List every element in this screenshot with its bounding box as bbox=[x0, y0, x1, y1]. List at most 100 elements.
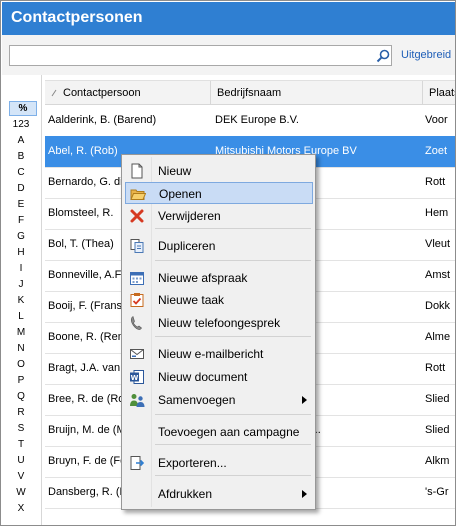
search-bar: Uitgebreid bbox=[2, 35, 455, 75]
menu-item-label: Exporteren... bbox=[158, 456, 227, 470]
menu-item-label: Afdrukken bbox=[158, 487, 213, 501]
sort-ascending-icon bbox=[51, 89, 57, 97]
alphabet-letter[interactable]: 123 bbox=[2, 119, 40, 130]
cell-city: Dokk bbox=[425, 300, 451, 312]
alphabet-letter[interactable]: B bbox=[2, 151, 40, 162]
alphabet-letter[interactable]: L bbox=[2, 311, 40, 322]
menu-item-label: Toevoegen aan campagne bbox=[158, 425, 300, 439]
menu-item-nieuwe-taak[interactable]: Nieuwe taak bbox=[125, 289, 313, 311]
alphabet-letter[interactable]: O bbox=[2, 359, 40, 370]
alphabet-letter[interactable]: I bbox=[2, 263, 40, 274]
cell-city: Rott bbox=[425, 176, 446, 188]
menu-item-nieuwe-afspraak[interactable]: Nieuwe afspraak bbox=[125, 267, 313, 289]
column-header-bedrijfsnaam[interactable]: Bedrijfsnaam bbox=[211, 81, 423, 105]
menu-separator bbox=[155, 475, 311, 476]
alphabet-letter[interactable]: P bbox=[2, 375, 40, 386]
menu-item-verwijderen[interactable]: Verwijderen bbox=[125, 205, 313, 227]
cell-city: Rott bbox=[425, 362, 446, 374]
export-icon bbox=[129, 455, 145, 471]
menu-item-label: Nieuwe taak bbox=[158, 293, 225, 307]
alphabet-letter[interactable]: D bbox=[2, 183, 40, 194]
cell-city: Slied bbox=[425, 424, 450, 436]
title-bar: Contactpersonen bbox=[2, 2, 455, 35]
alphabet-letter[interactable]: E bbox=[2, 199, 40, 210]
alphabet-letter[interactable]: F bbox=[2, 215, 40, 226]
delete-icon bbox=[129, 208, 145, 224]
menu-item-exporteren[interactable]: Exporteren... bbox=[125, 452, 313, 474]
menu-item-label: Samenvoegen bbox=[158, 393, 236, 407]
menu-item-toevoegen-aan-campagne[interactable]: Toevoegen aan campagne bbox=[125, 421, 313, 443]
column-label: Plaats bbox=[429, 87, 455, 99]
cell-city: Zoet bbox=[425, 145, 448, 157]
alphabet-all-button[interactable]: % bbox=[9, 101, 37, 116]
menu-separator bbox=[155, 260, 311, 261]
menu-item-afdrukken[interactable]: Afdrukken bbox=[125, 483, 313, 505]
svg-text:W: W bbox=[131, 374, 139, 382]
alphabet-letter[interactable]: A bbox=[2, 135, 40, 146]
cell-city: Amst bbox=[425, 269, 451, 281]
context-menu: Nieuw Openen Verwijderen Dupliceren Nieuwe a… bbox=[121, 154, 316, 510]
alphabet-letter[interactable]: H bbox=[2, 247, 40, 258]
menu-item-label: Nieuw document bbox=[158, 370, 248, 384]
cell-city: Alkm bbox=[425, 455, 450, 467]
submenu-arrow-icon bbox=[302, 490, 307, 498]
advanced-search-link[interactable]: Uitgebreid bbox=[401, 49, 451, 61]
cell-city: Hem bbox=[425, 207, 449, 219]
menu-item-openen[interactable]: Openen bbox=[125, 182, 313, 204]
cell-company: DEK Europe B.V. bbox=[215, 114, 299, 126]
cell-contact: Aalderink, B. (Barend) bbox=[48, 114, 157, 126]
menu-item-label: Openen bbox=[159, 187, 202, 201]
window-title: Contactpersonen bbox=[11, 9, 143, 26]
alphabet-letter[interactable]: K bbox=[2, 295, 40, 306]
alphabet-filter: % 123 A B C D E F G H I J K L M N O P Q R S T U V W X bbox=[2, 75, 42, 525]
contactpersonen-window: Contactpersonen Uitgebreid % 123 A B C D E F G H… bbox=[0, 0, 456, 526]
menu-item-label: Verwijderen bbox=[158, 209, 221, 223]
alphabet-letter[interactable]: R bbox=[2, 407, 40, 418]
search-input[interactable] bbox=[9, 45, 392, 66]
menu-item-label: Nieuwe afspraak bbox=[158, 271, 248, 285]
cell-city: Alme bbox=[425, 331, 451, 343]
column-header-contactpersoon[interactable]: Contactpersoon bbox=[45, 81, 211, 105]
column-label: Contactpersoon bbox=[63, 87, 141, 99]
menu-item-nieuw-document[interactable]: W Nieuw document bbox=[125, 366, 313, 388]
alphabet-letter[interactable]: J bbox=[2, 279, 40, 290]
duplicate-icon bbox=[129, 238, 145, 254]
menu-item-label: Nieuw telefoongesprek bbox=[158, 316, 281, 330]
merge-icon bbox=[129, 392, 145, 408]
alphabet-letter[interactable]: Q bbox=[2, 391, 40, 402]
menu-item-nieuw[interactable]: Nieuw bbox=[125, 160, 313, 182]
menu-item-label: Dupliceren bbox=[158, 239, 216, 253]
grid-header: Contactpersoon Bedrijfsnaam Plaats bbox=[45, 80, 455, 105]
word-icon: W bbox=[129, 369, 145, 385]
column-label: Bedrijfsnaam bbox=[217, 87, 282, 99]
alphabet-letter[interactable]: M bbox=[2, 327, 40, 338]
menu-item-samenvoegen[interactable]: Samenvoegen bbox=[125, 389, 313, 411]
alphabet-letter[interactable]: X bbox=[2, 503, 40, 514]
alphabet-letter[interactable]: S bbox=[2, 423, 40, 434]
open-folder-icon bbox=[130, 186, 147, 202]
alphabet-letter[interactable]: C bbox=[2, 167, 40, 178]
menu-separator bbox=[155, 444, 311, 445]
menu-separator bbox=[155, 414, 311, 415]
email-icon bbox=[129, 346, 145, 362]
menu-item-dupliceren[interactable]: Dupliceren bbox=[125, 235, 313, 257]
alphabet-letter[interactable]: W bbox=[2, 487, 40, 498]
alphabet-letter[interactable]: T bbox=[2, 439, 40, 450]
menu-item-label: Nieuw e-mailbericht bbox=[158, 347, 264, 361]
phone-icon bbox=[129, 315, 145, 331]
alphabet-letter[interactable]: G bbox=[2, 231, 40, 242]
menu-item-nieuw-telefoongesprek[interactable]: Nieuw telefoongesprek bbox=[125, 312, 313, 334]
task-icon bbox=[129, 292, 145, 308]
search-icon[interactable] bbox=[376, 49, 390, 63]
alphabet-letter[interactable]: N bbox=[2, 343, 40, 354]
cell-city: Voor bbox=[425, 114, 448, 126]
cell-city: Vleut bbox=[425, 238, 451, 250]
menu-item-nieuw-e-mailbericht[interactable]: Nieuw e-mailbericht bbox=[125, 343, 313, 365]
column-header-plaats[interactable]: Plaats bbox=[423, 81, 455, 105]
table-row[interactable]: Aalderink, B. (Barend) DEK Europe B.V. Voo… bbox=[45, 105, 455, 137]
alphabet-letter[interactable]: V bbox=[2, 471, 40, 482]
cell-city: Slied bbox=[425, 393, 450, 405]
calendar-icon bbox=[129, 270, 145, 286]
alphabet-letter[interactable]: U bbox=[2, 455, 40, 466]
submenu-arrow-icon bbox=[302, 396, 307, 404]
